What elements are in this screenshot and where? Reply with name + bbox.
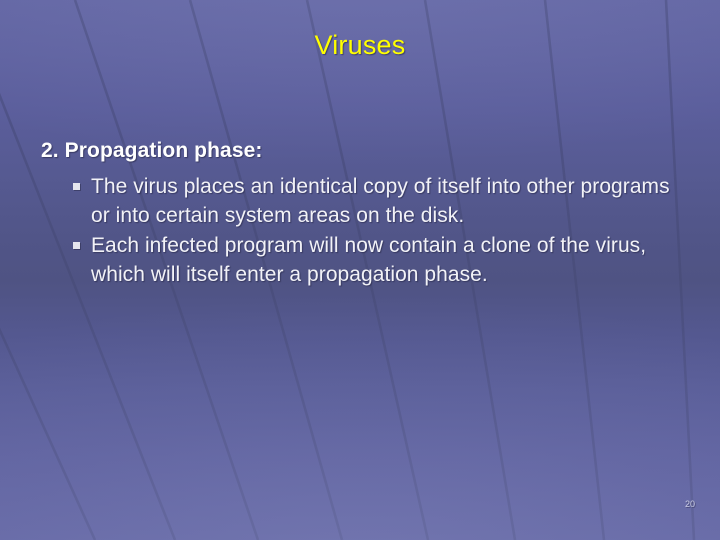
square-bullet-icon [73,242,80,249]
list-item: Each infected program will now contain a… [73,231,690,289]
slide-title: Viruses [314,30,406,60]
list-item: The virus places an identical copy of it… [73,172,690,230]
list-item-text: Each infected program will now contain a… [91,234,647,286]
lead-heading: 2. Propagation phase: [41,139,263,162]
presentation-slide: Viruses 2. Propagation phase: The virus … [0,0,720,540]
page-number: 20 [684,499,695,509]
slide-content: Viruses 2. Propagation phase: The virus … [0,0,720,540]
bullet-list: The virus places an identical copy of it… [41,172,690,289]
slide-body: 2. Propagation phase: The virus places a… [41,136,690,290]
list-item-text: The virus places an identical copy of it… [91,175,670,227]
square-bullet-icon [73,183,80,190]
